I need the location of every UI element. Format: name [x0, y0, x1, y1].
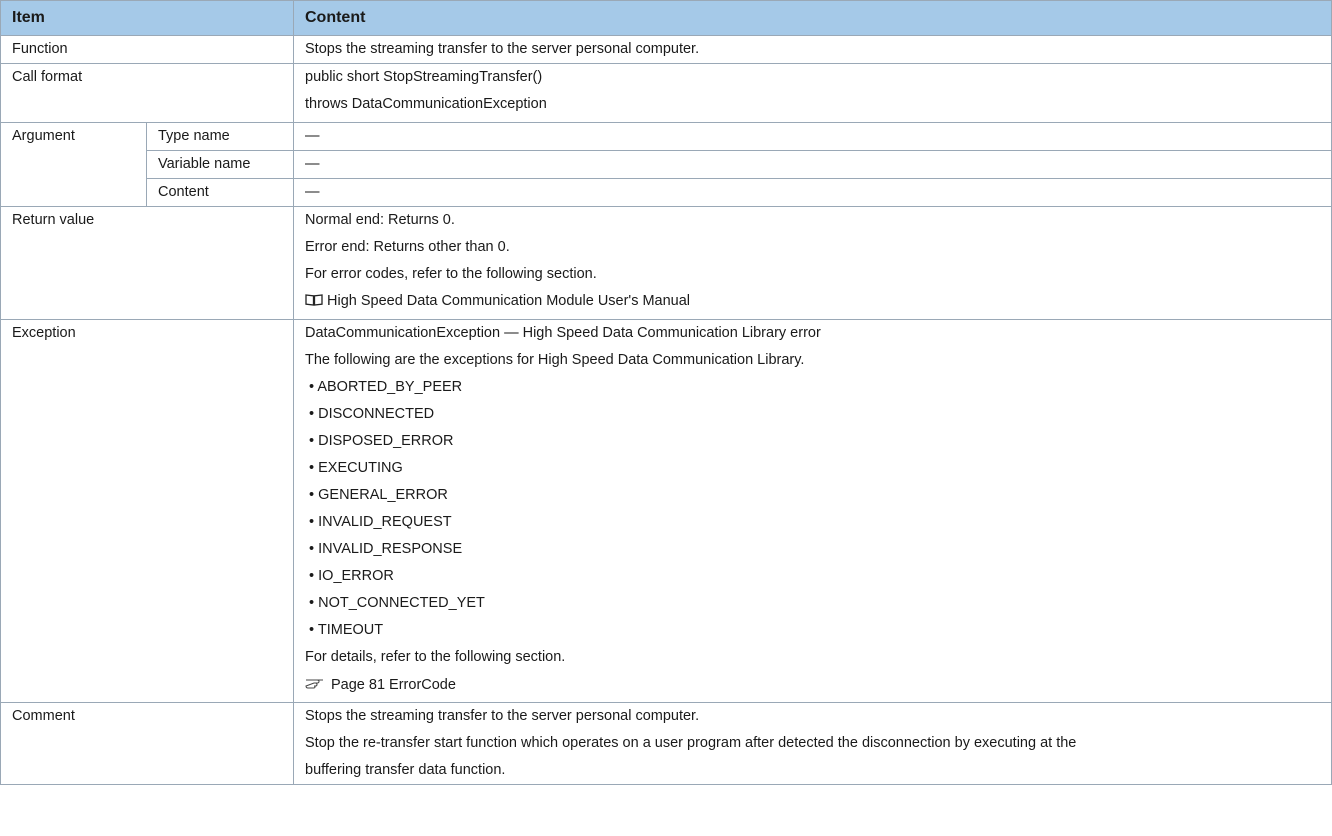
return-value-line: Normal end: Returns 0.: [305, 212, 455, 228]
argument-variable-label: Variable name: [158, 156, 251, 172]
manual-reference-text: High Speed Data Communication Module Use…: [327, 293, 691, 309]
exception-bullet: • INVALID_REQUEST: [305, 514, 452, 530]
argument-type-label: Type name: [158, 128, 230, 144]
header-row: Item Content: [0, 0, 1332, 36]
exception-bullet: • INVALID_RESPONSE: [305, 541, 463, 557]
page-reference[interactable]: Page 81 ErrorCode: [305, 671, 1331, 698]
exception-bullet: • DISPOSED_ERROR: [305, 433, 454, 449]
exception-bullet: • DISCONNECTED: [305, 406, 435, 422]
header-content: Content: [293, 0, 1332, 36]
exception-bullet: • EXECUTING: [305, 460, 403, 476]
comment-line: Stops the streaming transfer to the serv…: [305, 708, 700, 724]
return-value-line: For error codes, refer to the following …: [305, 266, 597, 282]
call-format-line: throws DataCommunicationException: [305, 96, 547, 112]
exception-line: The following are the exceptions for Hig…: [305, 352, 805, 368]
argument-content-value: —: [305, 184, 320, 200]
exception-bullet: • GENERAL_ERROR: [305, 487, 448, 503]
return-value-label: Return value: [12, 212, 95, 228]
spec-table: Item Content Function Stops the streamin…: [0, 0, 1332, 785]
return-value-line: Error end: Returns other than 0.: [305, 239, 510, 255]
row-argument-type: Argument Type name —: [0, 122, 1332, 207]
exception-details: For details, refer to the following sect…: [305, 649, 566, 665]
pointing-hand-icon: [305, 671, 325, 698]
exception-label: Exception: [12, 325, 76, 341]
row-argument-variable: Variable name —: [1, 150, 1332, 179]
exception-bullet: • IO_ERROR: [305, 568, 394, 584]
row-return-value: Return value Normal end: Returns 0. Erro…: [0, 206, 1332, 320]
function-text: Stops the streaming transfer to the serv…: [305, 41, 700, 57]
argument-label: Argument: [12, 128, 75, 144]
page-reference-text: Page 81 ErrorCode: [331, 677, 456, 693]
header-item: Item: [0, 0, 294, 36]
function-label: Function: [12, 41, 68, 57]
argument-variable-value: —: [305, 156, 320, 172]
argument-content-label: Content: [158, 184, 209, 200]
manual-reference[interactable]: High Speed Data Communication Module Use…: [305, 288, 1331, 315]
row-argument-content: Content —: [1, 178, 1332, 207]
comment-label: Comment: [12, 708, 75, 724]
row-call-format: Call format public short StopStreamingTr…: [0, 63, 1332, 123]
comment-line: Stop the re-transfer start function whic…: [305, 735, 1077, 751]
exception-bullet: • TIMEOUT: [305, 622, 384, 638]
call-format-label: Call format: [12, 69, 83, 85]
row-function: Function Stops the streaming transfer to…: [0, 35, 1332, 64]
row-comment: Comment Stops the streaming transfer to …: [0, 702, 1332, 785]
manual-book-icon: [305, 289, 323, 306]
call-format-line: public short StopStreamingTransfer(): [305, 69, 543, 85]
exception-line: DataCommunicationException — High Speed …: [305, 325, 821, 341]
exception-bullet: • ABORTED_BY_PEER: [305, 379, 463, 395]
comment-line: buffering transfer data function.: [305, 762, 506, 778]
argument-type-value: —: [305, 128, 320, 144]
exception-bullet: • NOT_CONNECTED_YET: [305, 595, 485, 611]
row-exception: Exception DataCommunicationException — H…: [0, 319, 1332, 703]
